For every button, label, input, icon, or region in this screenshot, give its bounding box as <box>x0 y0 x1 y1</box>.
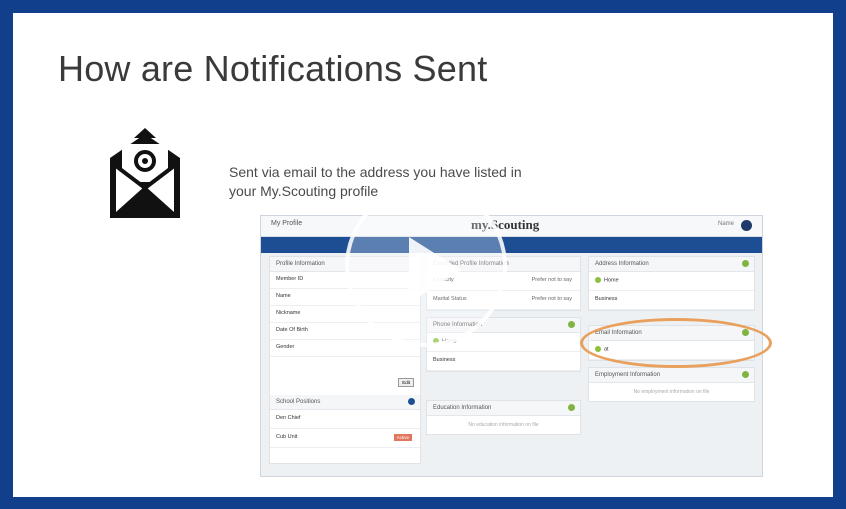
empty-state: No education information on file <box>468 422 539 428</box>
add-icon[interactable] <box>568 404 575 411</box>
panel-header: Employment Information <box>589 368 754 383</box>
list-item: Cub Unit Active <box>270 429 420 448</box>
email-envelope-icon <box>110 128 180 218</box>
email-highlight-oval <box>580 318 772 368</box>
edit-button[interactable]: Edit <box>398 378 414 387</box>
header-band <box>261 237 762 253</box>
avatar[interactable] <box>741 220 752 231</box>
list-item[interactable]: Business <box>589 291 754 310</box>
add-icon[interactable] <box>408 398 415 405</box>
list-item[interactable]: Business <box>427 352 580 371</box>
topbar-left-label[interactable]: My Profile <box>271 220 302 227</box>
add-icon[interactable] <box>742 371 749 378</box>
add-icon[interactable] <box>568 321 575 328</box>
list-item[interactable]: Home <box>589 272 754 291</box>
employment-card: Employment Information No employment inf… <box>588 367 755 402</box>
app-topbar: My Profile my.Scouting Name <box>261 216 762 237</box>
address-card: Address Information Home Business <box>588 256 755 311</box>
panel-header: School Positions <box>270 395 420 410</box>
education-card: Education Information No education infor… <box>426 400 581 435</box>
list-item: Den Chief <box>270 410 420 429</box>
panel-header: Education Information <box>427 401 580 416</box>
field-gender: Gender <box>270 340 420 357</box>
user-name[interactable]: Name <box>718 221 734 227</box>
panel-header: Address Information <box>589 257 754 272</box>
add-icon[interactable] <box>742 260 749 267</box>
slide-description: Sent via email to the address you have l… <box>229 164 522 199</box>
check-icon <box>595 277 601 283</box>
status-badge: Active <box>393 434 412 441</box>
slide-title: How are Notifications Sent <box>58 48 488 89</box>
play-icon[interactable] <box>345 185 507 347</box>
empty-state: No employment information on file <box>633 389 710 395</box>
